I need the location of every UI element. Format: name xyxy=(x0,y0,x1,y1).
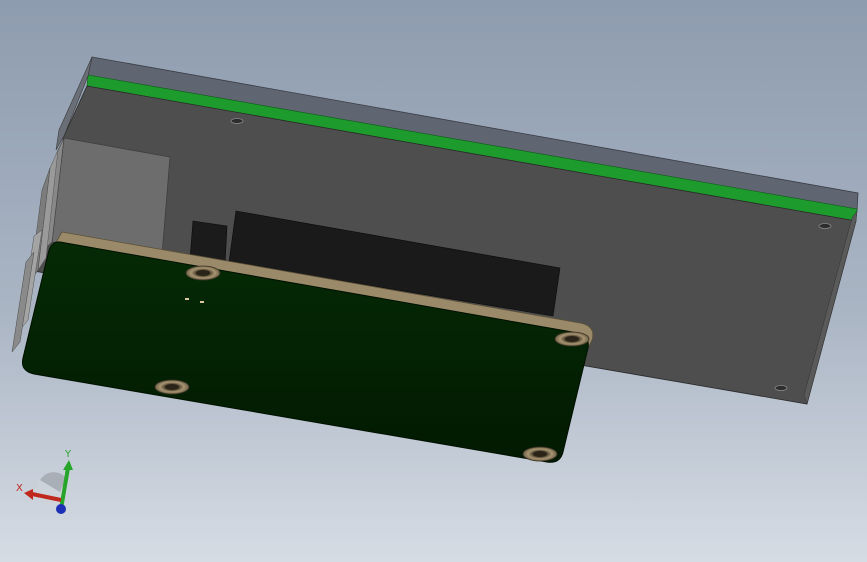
z-axis-dot xyxy=(56,504,66,514)
mount-hole-inner xyxy=(565,336,579,342)
cad-scene: X Y xyxy=(0,0,867,562)
mount-hole-inner xyxy=(533,451,547,457)
cad-viewport[interactable]: X Y xyxy=(0,0,867,562)
enclosure-slot xyxy=(230,118,244,124)
mount-hole-inner xyxy=(165,384,179,390)
enclosure-slot xyxy=(818,223,832,229)
y-axis-label: Y xyxy=(64,449,72,460)
pcb-marking xyxy=(185,298,189,300)
mount-hole-inner xyxy=(196,270,210,276)
pcb-marking xyxy=(200,301,204,303)
enclosure-slot xyxy=(774,385,788,391)
x-axis-label: X xyxy=(16,483,23,494)
